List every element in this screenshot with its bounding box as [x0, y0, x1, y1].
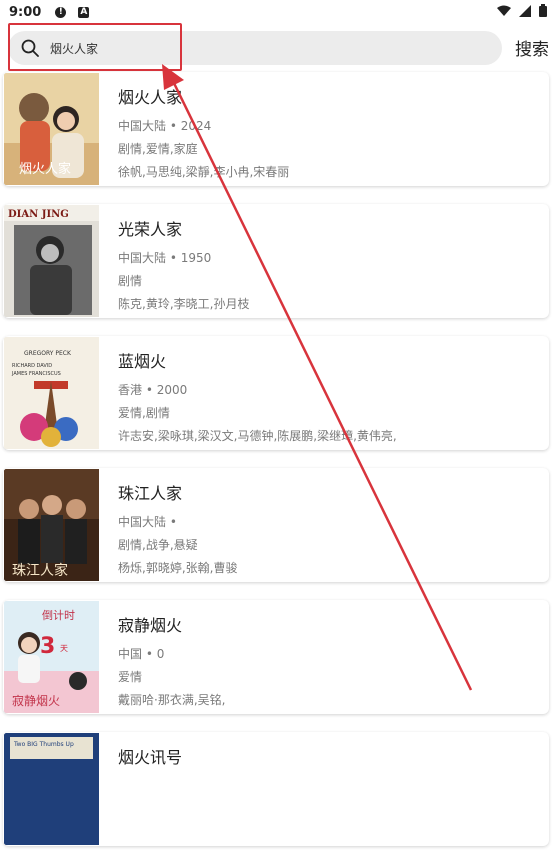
app-notification-icon: A — [78, 6, 90, 18]
poster-image: 烟火人家 — [4, 73, 99, 185]
result-info: 烟火讯号 — [118, 744, 541, 777]
result-region-year: 中国大陆 • 1950 — [118, 251, 212, 265]
result-cast: 徐帆,马思纯,梁靜,李小冉,宋春丽 — [118, 165, 290, 179]
result-genre: 爱情,剧情 — [118, 406, 170, 420]
svg-text:RICHARD DAVID: RICHARD DAVID — [12, 363, 52, 369]
result-genre: 剧情,爱情,家庭 — [118, 142, 198, 156]
result-info: 蓝烟火 香港 • 2000 爱情,剧情 许志安,梁咏琪,梁汉文,马德钟,陈展鹏,… — [118, 348, 541, 450]
result-card[interactable]: 珠江人家 珠江人家 中国大陆 • 剧情,战争,悬疑 杨烁,郭晓婷,张翰,曹骏 — [3, 468, 549, 582]
alert-icon: ! — [55, 6, 67, 18]
signal-icon — [519, 4, 531, 17]
svg-text:GREGORY PECK: GREGORY PECK — [24, 350, 72, 357]
svg-text:JAMES FRANCISCUS: JAMES FRANCISCUS — [11, 371, 61, 377]
svg-text:烟火人家: 烟火人家 — [19, 161, 71, 177]
poster-image: 珠江人家 — [4, 469, 99, 581]
result-card[interactable]: 烟火人家 烟火人家 中国大陆 • 2024 剧情,爱情,家庭 徐帆,马思纯,梁靜… — [3, 72, 549, 186]
status-bar: 9:00 ! A — [0, 0, 557, 24]
result-cast: 戴丽哈·那衣满,吴铭, — [118, 693, 226, 707]
result-region-year: 中国 • 0 — [118, 647, 165, 661]
svg-text:珠江人家: 珠江人家 — [12, 562, 68, 579]
result-genre: 剧情 — [118, 274, 143, 288]
result-info: 烟火人家 中国大陆 • 2024 剧情,爱情,家庭 徐帆,马思纯,梁靜,李小冉,… — [118, 84, 541, 186]
result-info: 光荣人家 中国大陆 • 1950 剧情 陈克,黄玲,李晓工,孙月枝 — [118, 216, 541, 318]
result-title: 光荣人家 — [118, 220, 183, 239]
result-title: 珠江人家 — [118, 484, 183, 503]
result-cast: 陈克,黄玲,李晓工,孙月枝 — [118, 297, 250, 311]
battery-icon — [539, 4, 547, 17]
result-title: 烟火人家 — [118, 88, 183, 107]
status-notification-icons: ! A — [55, 6, 90, 18]
result-cast: 许志安,梁咏琪,梁汉文,马德钟,陈展鹏,梁继璋,黄伟亮, — [118, 429, 397, 443]
wifi-icon — [497, 5, 511, 16]
poster-image: 倒计时 3 天 寂静烟火 — [4, 601, 99, 713]
svg-text:天: 天 — [60, 644, 68, 653]
poster-image: Two BIG Thumbs Up — [4, 733, 99, 845]
svg-text:DIAN JING: DIAN JING — [8, 209, 69, 220]
search-button[interactable]: 搜索 — [515, 35, 549, 60]
poster-image: GREGORY PECK RICHARD DAVID JAMES FRANCIS… — [4, 337, 99, 449]
result-card[interactable]: Two BIG Thumbs Up 烟火讯号 — [3, 732, 549, 846]
search-input[interactable]: 烟火人家 — [8, 31, 502, 65]
result-card[interactable]: GREGORY PECK RICHARD DAVID JAMES FRANCIS… — [3, 336, 549, 450]
result-region-year: 香港 • 2000 — [118, 383, 188, 397]
result-region-year: 中国大陆 • — [118, 515, 177, 529]
result-genre: 爱情 — [118, 670, 143, 684]
result-region-year: 中国大陆 • 2024 — [118, 119, 212, 133]
result-title: 蓝烟火 — [118, 352, 167, 371]
result-title: 烟火讯号 — [118, 748, 183, 767]
results-list: 烟火人家 烟火人家 中国大陆 • 2024 剧情,爱情,家庭 徐帆,马思纯,梁靜… — [0, 72, 557, 864]
result-genre: 剧情,战争,悬疑 — [118, 538, 198, 552]
search-query-text[interactable]: 烟火人家 — [50, 40, 98, 57]
status-system-icons — [497, 4, 547, 17]
svg-text:3: 3 — [40, 634, 55, 659]
search-bar: 烟火人家 搜索 — [0, 23, 557, 71]
result-card[interactable]: DIAN JING 光荣人家 中国大陆 • 1950 剧情 陈克,黄玲,李晓工,… — [3, 204, 549, 318]
poster-image: DIAN JING — [4, 205, 99, 317]
result-title: 寂静烟火 — [118, 616, 183, 635]
svg-text:寂静烟火: 寂静烟火 — [12, 693, 60, 708]
status-time: 9:00 — [9, 4, 42, 20]
svg-text:倒计时: 倒计时 — [42, 609, 75, 622]
result-info: 珠江人家 中国大陆 • 剧情,战争,悬疑 杨烁,郭晓婷,张翰,曹骏 — [118, 480, 541, 582]
svg-text:Two BIG Thumbs Up: Two BIG Thumbs Up — [13, 741, 74, 748]
search-icon — [20, 38, 40, 58]
result-cast: 杨烁,郭晓婷,张翰,曹骏 — [118, 561, 238, 575]
result-info: 寂静烟火 中国 • 0 爱情 戴丽哈·那衣满,吴铭, — [118, 612, 541, 714]
result-card[interactable]: 倒计时 3 天 寂静烟火 寂静烟火 中国 • 0 爱情 戴丽哈·那衣满,吴铭, — [3, 600, 549, 714]
